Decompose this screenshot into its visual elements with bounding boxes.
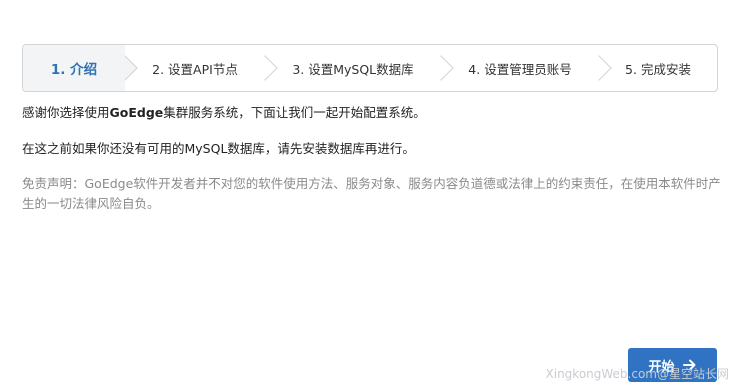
step-admin-account[interactable]: 4. 设置管理员账号: [441, 45, 612, 91]
intro-line-1: 感谢你选择使用GoEdge集群服务系统，下面让我们一起开始配置系统。: [22, 104, 426, 122]
step-label: 1. 介绍: [50, 62, 98, 78]
step-finish[interactable]: 5. 完成安装: [599, 45, 717, 91]
intro-line-1-pre: 感谢你选择使用: [22, 105, 110, 120]
disclaimer-text: 免责声明：GoEdge软件开发者并不对您的软件使用方法、服务对象、服务内容负道德…: [22, 176, 721, 211]
installer-page: 1. 介绍 2. 设置API节点 3. 设置MySQL数据库 4. 设置管理员账…: [0, 0, 739, 391]
step-intro[interactable]: 1. 介绍: [23, 45, 138, 91]
step-label: 3. 设置MySQL数据库: [292, 61, 414, 77]
step-api-node[interactable]: 2. 设置API节点: [125, 45, 278, 91]
brand-name: GoEdge: [109, 105, 164, 120]
step-label: 2. 设置API节点: [152, 61, 238, 77]
step-label: 5. 完成安装: [625, 61, 691, 77]
install-steps: 1. 介绍 2. 设置API节点 3. 设置MySQL数据库 4. 设置管理员账…: [22, 44, 718, 92]
intro-line-2: 在这之前如果你还没有可用的MySQL数据库，请先安装数据库再进行。: [22, 141, 415, 156]
watermark-text: XingkongWeb.com@星空站长网: [545, 367, 729, 381]
intro-line-1-post: 集群服务系统，下面让我们一起开始配置系统。: [163, 105, 426, 120]
step-label: 4. 设置管理员账号: [468, 61, 572, 77]
step-mysql[interactable]: 3. 设置MySQL数据库: [265, 45, 454, 91]
